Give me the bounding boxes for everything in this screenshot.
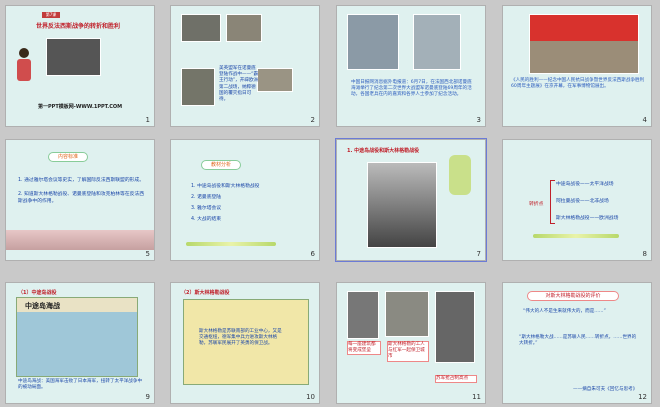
title-photo [46,38,101,76]
caption-3: 苏军抢占制高点 [435,375,477,384]
bottom-decoration [6,230,154,250]
landing-photo-2 [226,14,262,42]
slide-1[interactable]: 第7课 世界反法西斯战争的转折和胜利 第一PPT模板网-WWW.1PPT.COM… [5,5,155,127]
caption-2: 斯大林格勒的工人与红军一起保卫城市 [387,341,429,362]
slide-11[interactable]: 每一座建筑都将变成堡垒 斯大林格勒的工人与红军一起保卫城市 苏军抢占制高点 11 [336,282,486,404]
list-item: 斯大林格勒战役——欧洲战场 [556,216,619,221]
slide-number: 2 [310,116,315,124]
caption-1: 每一座建筑都将变成堡垒 [347,341,381,356]
war-photo-3 [435,291,475,363]
paratroopers-photo-1 [347,14,399,70]
slide-7[interactable]: 1. 中途岛战役和斯大林格勒战役 7 [335,138,487,262]
map-note: 斯大林格勒是苏联南部的工业中心，又是交通枢纽，德军集中兵力进攻斯大林格勒，苏联军… [199,329,282,347]
list-item: 1. 中途岛战役和斯大林格勒战役 [191,184,260,189]
slide-9[interactable]: （1）中途岛战役 中途岛海战 中途岛海战：美国海军击败了日本海军，扭转了太平洋战… [5,282,155,404]
slide-12[interactable]: 对斯大林格勒战役的评价 “伟大的人不是生来就伟大的，而是……” “斯大林格勒大战… [502,282,652,404]
slide-2[interactable]: 美英盟军在诺曼底登陆作战中——“霸王行动”，开辟欧洲第二战场，纳粹德国的覆灭指日… [170,5,320,127]
map-title: 中途岛海战 [25,302,60,310]
section-heading: 教材分析 [201,160,241,170]
slide-heading: 1. 中途岛战役和斯大林格勒战役 [347,148,420,154]
slide-number: 9 [145,393,150,401]
paratroopers-photo-2 [413,14,461,70]
slide-3[interactable]: 中国日报网消息据外电报道：6月7日，在法国西北部诺曼底海滩举行了纪念第二次世界大… [336,5,486,127]
slide-text: 中国日报网消息据外电报道：6月7日，在法国西北部诺曼底海滩举行了纪念第二次世界大… [351,80,472,98]
turning-point-label: 转折点 [529,202,544,207]
slide-number: 6 [310,250,315,258]
slide-10[interactable]: （2）斯大林格勒战役 斯大林格勒是苏联南部的工业中心，又是交通枢纽，德军集中兵力… [170,282,320,404]
slide-number: 10 [306,393,315,401]
vine-decoration [186,242,276,246]
slide-number: 3 [476,116,481,124]
slide-text: 《人民的胜利——纪念中国人民抗日战争暨世界反法西斯战争胜利60周年主题展》在京开… [511,78,645,90]
landing-photo-4 [257,68,293,92]
slide-heading: （1）中途岛战役 [18,290,57,296]
slide-number: 12 [638,393,647,401]
landing-photo-1 [181,14,221,42]
list-item: 4. 大战的结束 [191,217,222,222]
quote-1: “伟大的人不是生来就伟大的，而是……” [523,309,606,314]
teacher-illustration [14,48,34,88]
list-item: 2. 诺曼底登陆 [191,195,222,200]
war-photo-1 [347,291,379,339]
list-item: 中途岛战役——太平洋战场 [556,182,614,187]
map-caption: 中途岛海战：美国海军击败了日本海军，扭转了太平洋战争中的被动局面。 [18,379,143,391]
slide-8[interactable]: 转折点 中途岛战役——太平洋战场 阿拉曼战役——北非战场 斯大林格勒战役——欧洲… [502,139,652,261]
slide-text: 美英盟军在诺曼底登陆作战中——“霸王行动”，开辟欧洲第二战场，纳粹德国的覆灭指日… [219,66,259,103]
quote-2: “斯大林格勒大战……是苏联人民……转折点，……世界的大转折。” [519,335,637,347]
war-photo-2 [385,291,429,337]
section-heading: 对斯大林格勒战役的评价 [527,291,619,301]
battle-photo [367,162,437,248]
slide-number: 5 [145,250,150,258]
slide-number: 11 [472,393,481,401]
slide-number: 1 [145,116,150,124]
slide-4[interactable]: 《人民的胜利——纪念中国人民抗日战争暨世界反法西斯战争胜利60周年主题展》在京开… [502,5,652,127]
slide-heading: （2）斯大林格勒战役 [181,290,230,296]
vine-decoration [449,155,471,195]
landing-photo-3 [181,68,215,106]
list-item: 2. 知道斯大林格勒战役、诺曼底登陆和攻克柏林等在反法西斯战争中的作用。 [18,192,145,204]
list-item: 3. 雅尔塔会议 [191,206,222,211]
list-item: 1. 通过雅尔塔会议等史实，了解国际反法西斯联盟的形成。 [18,178,145,183]
slide-6[interactable]: 教材分析 1. 中途岛战役和斯大林格勒战役 2. 诺曼底登陆 3. 雅尔塔会议 … [170,139,320,261]
lesson-badge: 第7课 [42,12,60,18]
slide-5[interactable]: 内容标准 1. 通过雅尔塔会议等史实，了解国际反法西斯联盟的形成。 2. 知道斯… [5,139,155,261]
vine-decoration [533,234,619,238]
list-item: 阿拉曼战役——北非战场 [556,199,609,204]
bracket [550,180,555,224]
section-heading: 内容标准 [48,152,88,162]
exhibition-photo [529,14,639,74]
slide-number: 4 [642,116,647,124]
midway-map: 中途岛海战 [16,297,138,377]
quote-source: ——摘自朱可夫《回忆与思考》 [573,387,638,392]
slide-number: 8 [642,250,647,258]
footer-text: 第一PPT模板网-WWW.1PPT.COM [38,104,123,110]
map-sea [17,312,137,376]
slide-title: 世界反法西斯战争的转折和胜利 [36,23,121,30]
slide-number: 7 [476,250,481,258]
